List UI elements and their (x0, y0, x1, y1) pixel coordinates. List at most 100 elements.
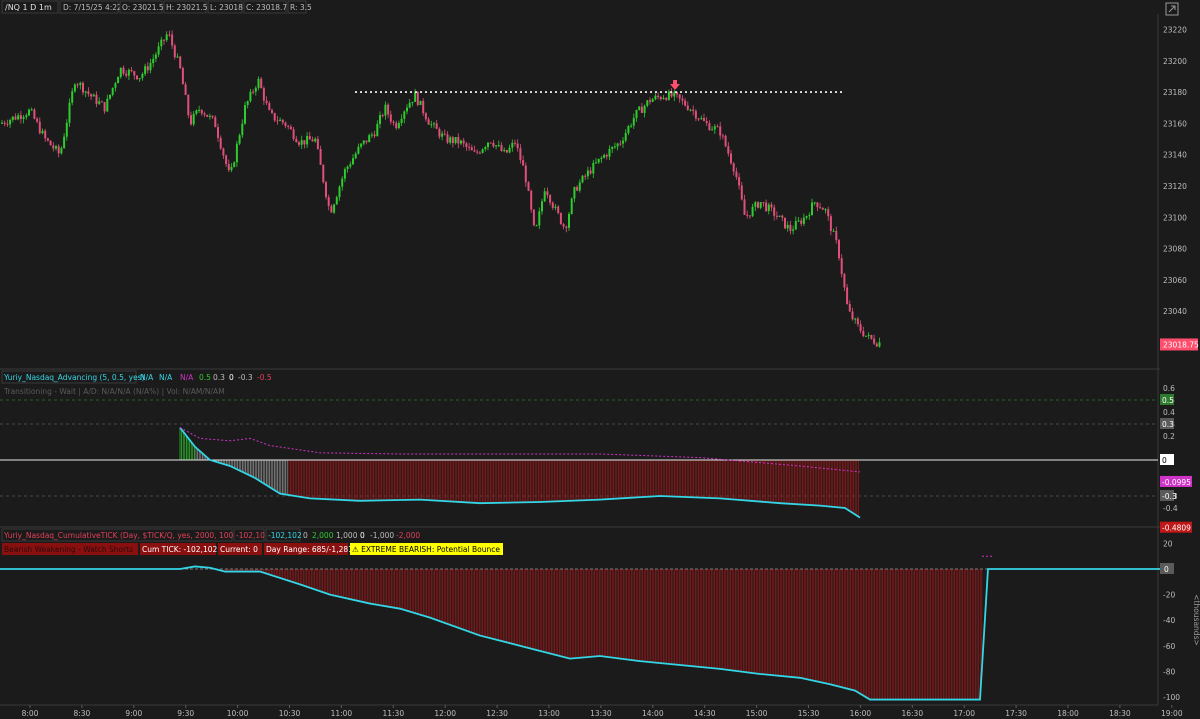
candle[interactable] (246, 101, 249, 106)
candle[interactable] (287, 125, 290, 127)
candle[interactable] (28, 109, 30, 116)
candle[interactable] (454, 137, 457, 144)
candle[interactable] (843, 273, 846, 288)
candle[interactable] (46, 138, 49, 141)
candle[interactable] (354, 153, 357, 159)
candle[interactable] (519, 148, 522, 161)
candle[interactable] (735, 171, 738, 178)
candle[interactable] (376, 123, 379, 137)
candle[interactable] (856, 318, 859, 325)
candle[interactable] (765, 202, 768, 211)
candle[interactable] (430, 124, 433, 126)
candle[interactable] (784, 217, 786, 229)
candle[interactable] (762, 202, 765, 204)
candle[interactable] (576, 187, 579, 191)
candle[interactable] (357, 146, 360, 154)
candle[interactable] (284, 122, 287, 126)
candle[interactable] (532, 209, 535, 226)
candle[interactable] (773, 207, 776, 216)
candle[interactable] (333, 204, 336, 213)
candle[interactable] (622, 140, 624, 144)
candle[interactable] (230, 166, 233, 171)
candle[interactable] (451, 137, 454, 144)
candle[interactable] (689, 109, 692, 111)
candle[interactable] (316, 138, 319, 150)
candle[interactable] (268, 102, 271, 111)
candle[interactable] (748, 215, 751, 217)
candle[interactable] (813, 202, 816, 204)
candle[interactable] (778, 215, 781, 217)
candle[interactable] (36, 118, 39, 122)
candle[interactable] (235, 143, 238, 163)
candle[interactable] (311, 139, 314, 142)
candle[interactable] (630, 125, 633, 127)
candle[interactable] (127, 69, 130, 76)
candle[interactable] (262, 88, 265, 101)
cumtick-title[interactable]: Yuriy_Nasdaq_CumulativeTICK (Day, $TICK/… (3, 531, 251, 540)
candle[interactable] (719, 126, 722, 136)
candle[interactable] (198, 109, 201, 111)
candle[interactable] (192, 113, 195, 125)
candle[interactable] (692, 109, 695, 111)
candle[interactable] (289, 126, 292, 130)
candle[interactable] (60, 148, 63, 154)
candle[interactable] (154, 54, 157, 59)
candle[interactable] (527, 182, 530, 191)
candle[interactable] (446, 134, 449, 143)
candle[interactable] (335, 197, 338, 205)
candle[interactable] (705, 121, 708, 124)
candle[interactable] (468, 146, 471, 148)
candle[interactable] (597, 158, 600, 163)
candle[interactable] (878, 342, 881, 347)
candle[interactable] (241, 123, 244, 136)
candle[interactable] (370, 134, 373, 136)
candle[interactable] (603, 154, 606, 158)
candle[interactable] (249, 91, 252, 102)
candle[interactable] (424, 113, 427, 120)
candle[interactable] (508, 147, 511, 153)
candle[interactable] (789, 224, 792, 231)
candle[interactable] (730, 153, 732, 164)
candle[interactable] (79, 82, 82, 85)
candle[interactable] (195, 110, 198, 114)
candle[interactable] (100, 101, 103, 103)
candle[interactable] (570, 198, 573, 214)
candle[interactable] (298, 142, 300, 145)
candle[interactable] (524, 165, 527, 183)
candle[interactable] (373, 134, 376, 137)
candle[interactable] (443, 133, 446, 135)
candle[interactable] (848, 304, 851, 312)
candle[interactable] (433, 123, 435, 125)
candle[interactable] (338, 186, 341, 198)
candle[interactable] (554, 206, 557, 208)
candle[interactable] (473, 150, 476, 152)
candle[interactable] (649, 100, 651, 102)
candle[interactable] (851, 311, 854, 320)
candle[interactable] (665, 97, 668, 100)
candle[interactable] (781, 215, 784, 218)
candle[interactable] (403, 111, 406, 119)
candle[interactable] (487, 142, 489, 148)
candle[interactable] (9, 120, 12, 125)
candle[interactable] (400, 118, 403, 124)
candle[interactable] (163, 39, 165, 41)
candle[interactable] (325, 182, 327, 198)
candle[interactable] (397, 123, 400, 129)
candle[interactable] (346, 166, 349, 170)
candle[interactable] (165, 34, 168, 41)
candle[interactable] (865, 335, 867, 337)
candle[interactable] (462, 140, 465, 144)
candle[interactable] (551, 202, 554, 208)
candle[interactable] (395, 122, 398, 129)
candle[interactable] (819, 207, 822, 209)
candle[interactable] (859, 324, 862, 331)
candle[interactable] (273, 112, 276, 121)
candle[interactable] (106, 98, 109, 112)
candle[interactable] (244, 105, 246, 124)
candle[interactable] (870, 335, 873, 339)
candle[interactable] (568, 213, 570, 228)
candle[interactable] (306, 136, 309, 145)
candle[interactable] (805, 216, 808, 218)
candle[interactable] (141, 74, 144, 79)
candle[interactable] (171, 34, 174, 46)
